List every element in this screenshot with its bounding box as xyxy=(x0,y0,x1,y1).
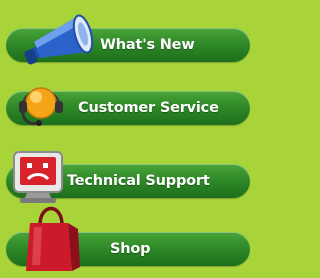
nav-item-label: Technical Support xyxy=(67,173,210,189)
nav-item-shop[interactable]: Shop xyxy=(6,206,250,271)
shopping-bag-icon xyxy=(26,206,80,271)
nav-item-label: Customer Service xyxy=(78,100,219,116)
nav-item-label: What's New xyxy=(100,37,195,53)
nav-item-customer-service[interactable]: Customer Service xyxy=(6,87,250,126)
computer-monitor-icon xyxy=(13,151,63,203)
nav-item-label: Shop xyxy=(110,241,151,257)
nav-item-whats-new[interactable]: What's New xyxy=(6,14,250,65)
support-nav-menu: What's New Customer Service Technical Su… xyxy=(0,0,257,278)
headset-icon xyxy=(19,87,63,126)
megaphone-icon xyxy=(24,14,94,65)
nav-item-technical-support[interactable]: Technical Support xyxy=(6,151,250,203)
